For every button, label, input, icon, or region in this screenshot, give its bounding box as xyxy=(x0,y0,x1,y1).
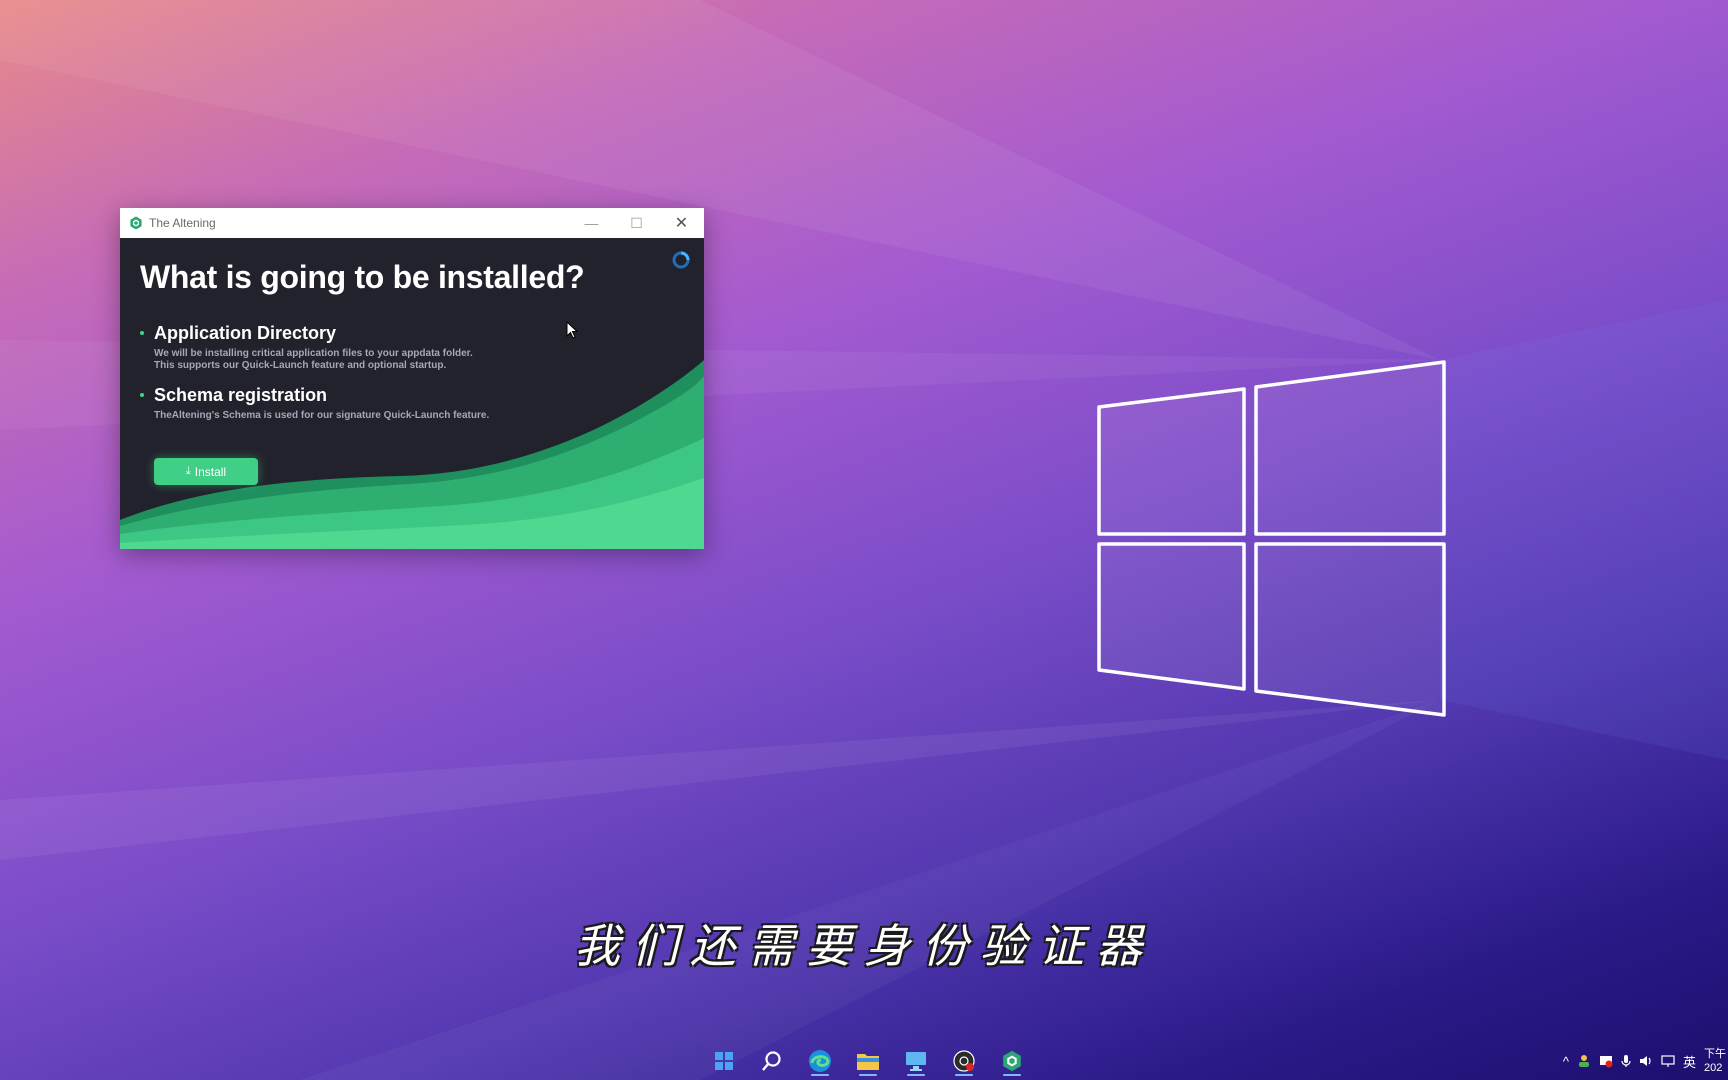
video-subtitle: 我们还需要身份验证器 xyxy=(574,919,1154,973)
active-indicator xyxy=(811,1074,829,1076)
window-controls: — ☐ ✕ xyxy=(569,208,704,238)
section-title: Application Directory xyxy=(154,323,337,343)
search-icon xyxy=(762,1051,781,1071)
remote-desktop-button[interactable] xyxy=(892,1046,940,1076)
edge-icon xyxy=(809,1050,831,1072)
recorder-icon xyxy=(953,1050,975,1072)
volume-icon[interactable] xyxy=(1639,1054,1653,1068)
clock-line-1: 下午 xyxy=(1704,1048,1726,1060)
altening-taskbar-button[interactable] xyxy=(988,1046,1036,1076)
active-indicator xyxy=(859,1074,877,1076)
search-button[interactable] xyxy=(748,1046,796,1076)
description-line: We will be installing critical applicati… xyxy=(154,348,473,359)
maximize-button[interactable]: ☐ xyxy=(614,208,659,238)
clock-line-2: 202 xyxy=(1704,1062,1723,1074)
description-line: This supports our Quick-Launch feature a… xyxy=(154,360,447,371)
file-explorer-button[interactable] xyxy=(844,1046,892,1076)
bullet-icon xyxy=(140,393,144,397)
recorder-button[interactable] xyxy=(940,1046,988,1076)
mouse-cursor-icon xyxy=(566,321,578,339)
show-hidden-icons-button[interactable]: ^ xyxy=(1563,1054,1569,1069)
taskbar xyxy=(700,1046,1036,1076)
page-title: What is going to be installed? xyxy=(140,259,585,295)
section-description: TheAltening's Schema is used for our sig… xyxy=(154,410,489,422)
section-title: Schema registration xyxy=(154,385,328,405)
file-explorer-icon xyxy=(857,1054,879,1070)
altening-icon xyxy=(1003,1050,1021,1072)
system-tray: ^ 英 下午 202 xyxy=(1559,1048,1728,1074)
active-indicator xyxy=(1003,1074,1021,1076)
section-description: We will be installing critical applicati… xyxy=(154,348,473,372)
loading-spinner-icon xyxy=(672,251,690,269)
active-indicator xyxy=(907,1074,925,1076)
altening-logo-icon xyxy=(130,216,142,230)
window-title: The Altening xyxy=(149,216,216,230)
title-bar[interactable]: The Altening — ☐ ✕ xyxy=(120,208,704,238)
minimize-button[interactable]: — xyxy=(569,208,614,238)
user-tray-icon[interactable] xyxy=(1577,1054,1591,1068)
ethernet-icon[interactable] xyxy=(1661,1054,1675,1068)
start-icon xyxy=(715,1052,733,1070)
start-button[interactable] xyxy=(700,1046,748,1076)
clock[interactable]: 下午 202 xyxy=(1704,1047,1728,1075)
bullet-icon xyxy=(140,331,144,335)
installer-panel: What is going to be installed? Applicati… xyxy=(120,238,704,549)
install-button[interactable]: ⤓ Install xyxy=(154,458,258,485)
remote-desktop-icon xyxy=(906,1052,926,1071)
edge-button[interactable] xyxy=(796,1046,844,1076)
network-warning-icon[interactable] xyxy=(1599,1054,1613,1068)
input-method-indicator[interactable]: 英 xyxy=(1683,1052,1696,1071)
active-indicator xyxy=(955,1074,973,1076)
download-icon: ⤓ xyxy=(185,465,191,477)
close-button[interactable]: ✕ xyxy=(659,208,704,238)
microphone-icon[interactable] xyxy=(1621,1054,1631,1068)
description-line: TheAltening's Schema is used for our sig… xyxy=(154,410,490,421)
install-button-label: Install xyxy=(194,464,227,479)
altening-window: The Altening — ☐ ✕ What is going to be i… xyxy=(120,208,704,549)
